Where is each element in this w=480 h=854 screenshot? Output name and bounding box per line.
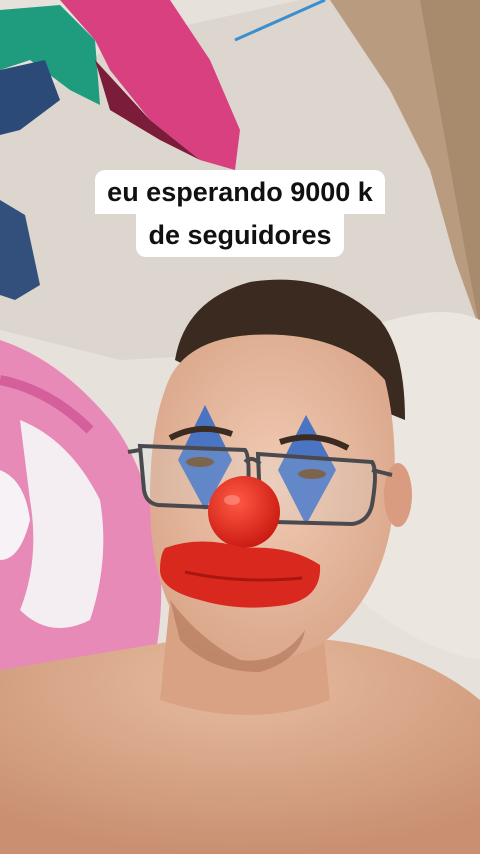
- caption: eu esperando 9000 k de seguidores: [0, 170, 480, 257]
- caption-line-1: eu esperando 9000 k: [95, 170, 385, 214]
- caption-line-2: de seguidores: [136, 213, 344, 257]
- photo-background: [0, 0, 480, 854]
- clown-nose: [208, 476, 280, 548]
- nose-highlight: [224, 495, 240, 505]
